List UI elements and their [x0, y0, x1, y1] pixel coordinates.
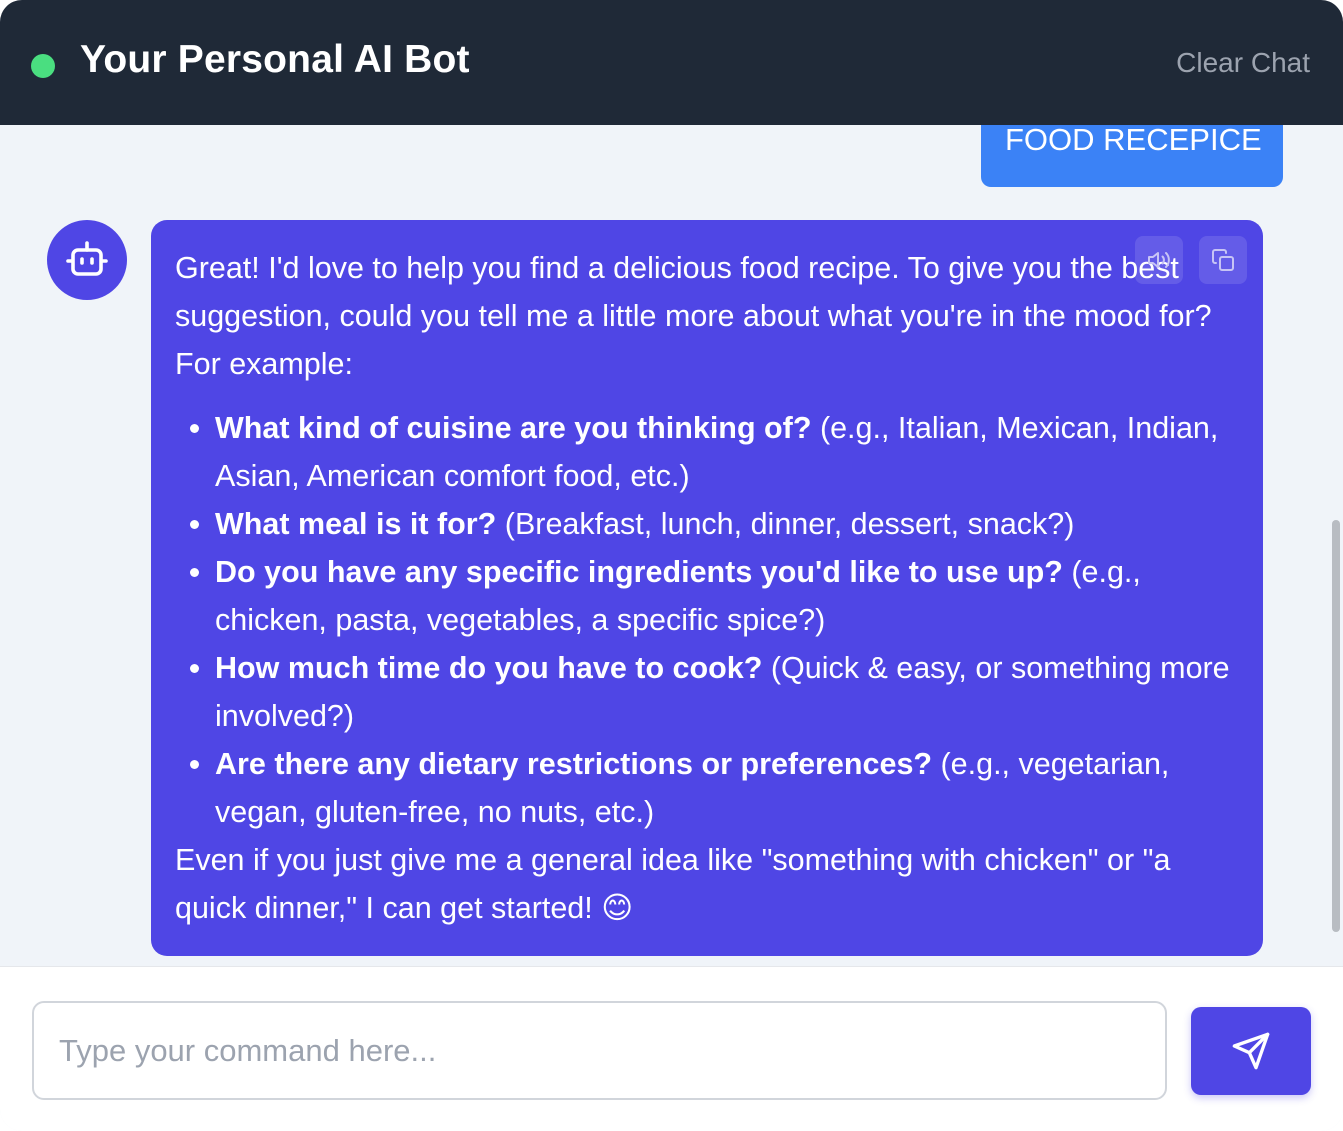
send-button[interactable]	[1191, 1007, 1311, 1095]
send-icon	[1232, 1032, 1270, 1070]
list-item: How much time do you have to cook? (Quic…	[215, 644, 1239, 740]
copy-button[interactable]	[1199, 236, 1247, 284]
chat-messages-area[interactable]: FOOD RECEPICE Great! I'd love to help yo…	[0, 125, 1343, 966]
bot-avatar	[47, 220, 127, 300]
robot-icon	[66, 241, 108, 276]
scrollbar-thumb[interactable]	[1332, 520, 1340, 932]
online-status-dot	[31, 54, 55, 78]
suggestion-list: What kind of cuisine are you thinking of…	[175, 404, 1239, 836]
command-input[interactable]	[32, 1001, 1167, 1100]
chat-window: Your Personal AI Bot Clear Chat FOOD REC…	[0, 0, 1343, 1131]
bot-message-intro: Great! I'd love to help you find a delic…	[175, 251, 1212, 381]
page-title: Your Personal AI Bot	[80, 38, 470, 81]
bot-message-outro: Even if you just give me a general idea …	[175, 843, 1171, 925]
speak-button[interactable]	[1135, 236, 1183, 284]
copy-icon	[1212, 249, 1234, 271]
list-item: Do you have any specific ingredients you…	[215, 548, 1239, 644]
list-item-question: What kind of cuisine are you thinking of…	[215, 411, 812, 445]
user-message-bubble: FOOD RECEPICE	[981, 125, 1283, 187]
list-item: What meal is it for? (Breakfast, lunch, …	[215, 500, 1239, 548]
header-bar: Your Personal AI Bot Clear Chat	[0, 0, 1343, 125]
clear-chat-button[interactable]: Clear Chat	[1176, 47, 1310, 79]
list-item-question: Do you have any specific ingredients you…	[215, 555, 1063, 589]
list-item-detail: (Breakfast, lunch, dinner, dessert, snac…	[496, 507, 1075, 541]
user-message-text: FOOD RECEPICE	[1005, 125, 1262, 157]
input-footer	[0, 966, 1343, 1131]
speaker-icon	[1148, 252, 1170, 268]
list-item-question: What meal is it for?	[215, 507, 497, 541]
list-item-question: Are there any dietary restrictions or pr…	[215, 747, 933, 781]
chat-scrollbar[interactable]	[1329, 520, 1343, 932]
list-item: What kind of cuisine are you thinking of…	[215, 404, 1239, 500]
bot-message-bubble: Great! I'd love to help you find a delic…	[151, 220, 1263, 956]
list-item: Are there any dietary restrictions or pr…	[215, 740, 1239, 836]
list-item-question: How much time do you have to cook?	[215, 651, 763, 685]
